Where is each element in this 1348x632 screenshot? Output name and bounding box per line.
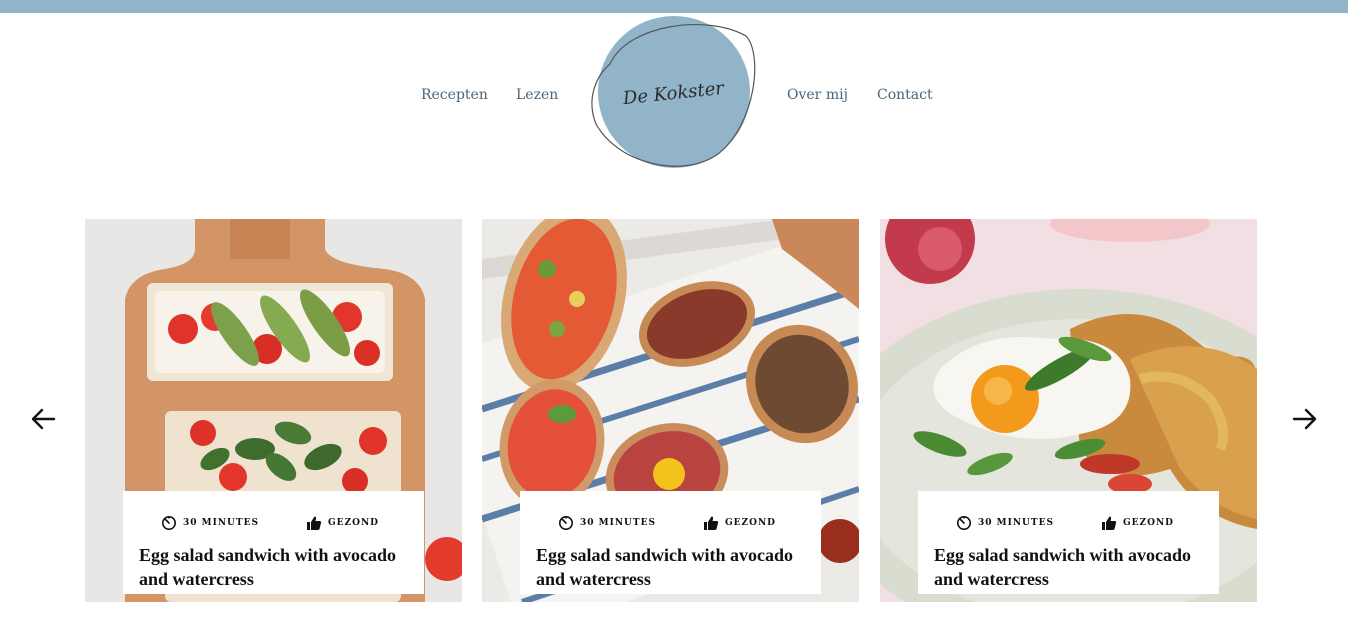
carousel-prev-button[interactable] xyxy=(28,404,58,434)
nav-link-over-mij[interactable]: Over mij xyxy=(787,87,848,103)
arrow-left-icon xyxy=(31,408,56,430)
site-logo[interactable]: De Kokster xyxy=(588,14,760,174)
nav-link-recepten[interactable]: Recepten xyxy=(421,87,488,103)
recipe-card[interactable]: 30 MINUTES GEZOND Egg salad sandwich wit… xyxy=(482,219,859,602)
recipe-health-label: GEZOND xyxy=(328,518,379,528)
arrow-right-icon xyxy=(1292,408,1317,430)
recipe-health: GEZOND xyxy=(1101,515,1174,531)
nav-link-lezen[interactable]: Lezen xyxy=(516,87,558,103)
recipe-health-label: GEZOND xyxy=(725,518,776,528)
recipe-title[interactable]: Egg salad sandwich with avocado and wate… xyxy=(536,543,816,591)
recipe-time: 30 MINUTES xyxy=(558,515,656,531)
timer-icon xyxy=(558,515,574,531)
recipe-time-label: 30 MINUTES xyxy=(978,518,1054,528)
recipe-time-label: 30 MINUTES xyxy=(183,518,259,528)
thumbs-up-icon xyxy=(306,515,322,531)
timer-icon xyxy=(161,515,177,531)
recipe-title[interactable]: Egg salad sandwich with avocado and wate… xyxy=(934,543,1214,591)
nav-link-contact[interactable]: Contact xyxy=(877,87,933,103)
recipe-card[interactable]: 30 MINUTES GEZOND Egg salad sandwich wit… xyxy=(85,219,462,602)
recipe-title[interactable]: Egg salad sandwich with avocado and wate… xyxy=(139,543,419,591)
recipe-health: GEZOND xyxy=(306,515,379,531)
recipe-time: 30 MINUTES xyxy=(956,515,1054,531)
recipe-card[interactable]: 30 MINUTES GEZOND Egg salad sandwich wit… xyxy=(880,219,1257,602)
recipe-card-caption: 30 MINUTES GEZOND Egg salad sandwich wit… xyxy=(918,491,1219,594)
recipe-time-label: 30 MINUTES xyxy=(580,518,656,528)
top-accent-bar xyxy=(0,0,1348,13)
recipe-card-caption: 30 MINUTES GEZOND Egg salad sandwich wit… xyxy=(520,491,821,594)
recipe-time: 30 MINUTES xyxy=(161,515,259,531)
carousel-next-button[interactable] xyxy=(1290,404,1320,434)
thumbs-up-icon xyxy=(1101,515,1117,531)
timer-icon xyxy=(956,515,972,531)
recipe-health-label: GEZOND xyxy=(1123,518,1174,528)
recipe-health: GEZOND xyxy=(703,515,776,531)
recipe-card-caption: 30 MINUTES GEZOND Egg salad sandwich wit… xyxy=(123,491,424,594)
thumbs-up-icon xyxy=(703,515,719,531)
